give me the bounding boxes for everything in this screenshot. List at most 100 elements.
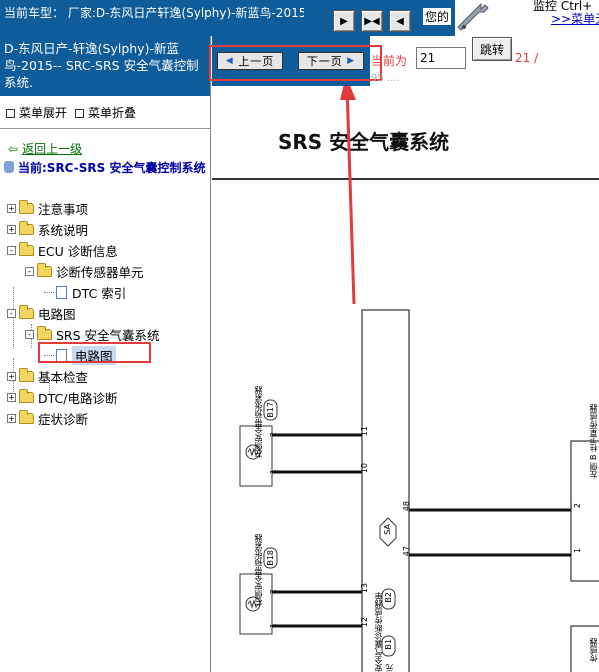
connector-b18: B18: [266, 550, 275, 566]
folder-icon: [19, 199, 34, 214]
folder-icon: [19, 241, 34, 256]
diagram-viewer[interactable]: SRS 安全气囊系统 左侧安全带预张紧器 右侧安全带预张紧器 安全气囊诊断传感器…: [212, 86, 599, 672]
tree-expander[interactable]: -: [25, 329, 34, 339]
collapse-all-button[interactable]: 菜单折叠: [75, 104, 136, 121]
sensor-label: 传感器: [589, 638, 598, 662]
tree-item-notes[interactable]: + 注意事项: [7, 199, 88, 217]
page-number-input[interactable]: [416, 47, 466, 69]
current-node: 当前:SRC-SRS 安全气囊控制系统: [4, 160, 209, 177]
tree-expander[interactable]: +: [7, 203, 16, 213]
tree-expander[interactable]: +: [7, 371, 16, 381]
square-icon: [6, 109, 15, 118]
menu-link[interactable]: >>菜单无: [551, 10, 599, 27]
folder-icon: [37, 325, 52, 340]
tree-item-sensor-unit[interactable]: - 诊断传感器单元: [25, 262, 144, 280]
tree-item-label: 诊断传感器单元: [56, 264, 144, 280]
tree-item-label: 注意事项: [38, 201, 89, 217]
folder-icon: [37, 262, 52, 277]
pin-label: 2: [269, 432, 278, 438]
tree-expander[interactable]: -: [7, 245, 16, 255]
pin-label: 1: [269, 623, 278, 629]
jump-button[interactable]: 跳转: [472, 37, 512, 61]
b-pillar-sensor-label: 左侧 B 柱卫星传感器: [589, 404, 598, 479]
selection-highlight: [38, 342, 151, 363]
tree-line: [44, 291, 54, 293]
tree-item-label: ECU 诊断信息: [38, 243, 118, 259]
tree-item-label: 基本检查: [38, 369, 89, 385]
tree-item-label: 电路图: [38, 306, 76, 322]
callout-arrow: [345, 86, 356, 305]
tree-item-dtc-circuit[interactable]: + DTC/电路诊断: [7, 388, 117, 406]
tree-item-label: 系统说明: [38, 222, 89, 238]
left-pretensioner-label: 左侧安全带预张紧器: [254, 386, 263, 458]
connector-b17: B17: [266, 402, 275, 418]
tree-item-basic-check[interactable]: + 基本检查: [7, 367, 88, 385]
tree-expander[interactable]: -: [25, 266, 34, 276]
pin-label: 12: [360, 617, 369, 628]
top-right-area: 监控 Ctrl+ >>菜单无: [455, 0, 599, 36]
expand-all-button[interactable]: 菜单展开: [6, 104, 67, 121]
view-single-button[interactable]: ▶: [333, 10, 355, 32]
vehicle-info: 当前车型： 厂家:D-东风日产轩逸(Sylphy)-新蓝鸟-2015-: [4, 6, 304, 20]
expand-all-label: 菜单展开: [19, 106, 68, 120]
pin-label: 2: [269, 589, 278, 595]
right-pretensioner-label: 右侧安全带预张紧器: [254, 534, 263, 606]
tree-expander[interactable]: +: [7, 392, 16, 402]
split-icon: ▶◀: [364, 15, 380, 27]
page-icon: [56, 285, 67, 299]
pin-label: 1: [573, 548, 582, 554]
total-pages-label: 21 /: [515, 51, 539, 65]
database-icon: [4, 161, 14, 173]
pin-label: 2: [573, 503, 582, 509]
tree-item-label: DTC/电路诊断: [38, 390, 118, 406]
view-buttons: ▶ ▶◀ ◀: [333, 10, 411, 32]
greeting-text: 您的: [423, 8, 452, 25]
connector-sa: SA: [383, 524, 392, 535]
play-icon: ▶: [340, 15, 348, 27]
pin-label: 48: [402, 501, 411, 512]
tree-item-symptom[interactable]: + 症状诊断: [7, 409, 88, 427]
top-bar: 当前车型： 厂家:D-东风日产轩逸(Sylphy)-新蓝鸟-2015- ▶ ▶◀…: [0, 0, 599, 36]
tree-toggle: 菜单展开 菜单折叠: [6, 104, 136, 121]
back-link[interactable]: ⇦ 返回上一级: [8, 140, 82, 157]
connector-b1: B1: [384, 639, 393, 650]
view-back-button[interactable]: ◀: [389, 10, 411, 32]
connector-b2: B2: [384, 592, 393, 603]
play-left-icon: ◀: [396, 15, 404, 27]
square-icon: [75, 109, 85, 118]
folder-icon: [19, 367, 34, 382]
tree-item-label: DTC 索引: [72, 285, 127, 301]
pin-label: 11: [360, 426, 369, 437]
tree-expander[interactable]: +: [7, 413, 16, 423]
divider: [0, 128, 210, 129]
tree-item-srs-airbag[interactable]: - SRS 安全气囊系统: [25, 325, 160, 343]
tree-item-ecu-diagnostic[interactable]: - ECU 诊断信息: [7, 241, 118, 259]
collapse-all-label: 菜单折叠: [88, 106, 137, 120]
folder-icon: [19, 304, 34, 319]
current-node-label: 当前:SRC-SRS 安全气囊控制系统: [18, 161, 206, 175]
wrench-icon: [455, 0, 495, 36]
arrow-up-icon: [340, 86, 356, 100]
wiring-diagram: [239, 86, 599, 672]
arrow-left-icon: ⇦: [8, 142, 19, 156]
current-page-label: 当前为: [371, 54, 408, 68]
view-double-button[interactable]: ▶◀: [361, 10, 383, 32]
pin-label: 10: [360, 463, 369, 474]
total-pages-overflow: 95 ....: [371, 73, 400, 84]
tree-item-label: SRS 安全气囊系统: [56, 327, 160, 343]
tree-item-circuit-diagram[interactable]: - 电路图: [7, 304, 76, 322]
tree-expander[interactable]: +: [7, 224, 16, 234]
document-title: D-东风日产-轩逸(Sylphy)-新蓝鸟-2015-- SRC-SRS 安全气…: [0, 36, 210, 96]
pin-label: 1: [269, 469, 278, 475]
tree-item-label: 症状诊断: [38, 411, 89, 427]
pin-label: 13: [360, 583, 369, 594]
tree-item-system-description[interactable]: + 系统说明: [7, 220, 88, 238]
folder-icon: [19, 388, 34, 403]
folder-icon: [19, 220, 34, 235]
tree-item-dtc-index[interactable]: DTC 索引: [44, 283, 126, 301]
folder-icon: [19, 409, 34, 424]
back-link-label: 返回上一级: [22, 142, 83, 156]
pager-highlight: [209, 45, 382, 81]
pin-label: 47: [402, 546, 411, 557]
tree-expander[interactable]: -: [7, 308, 16, 318]
